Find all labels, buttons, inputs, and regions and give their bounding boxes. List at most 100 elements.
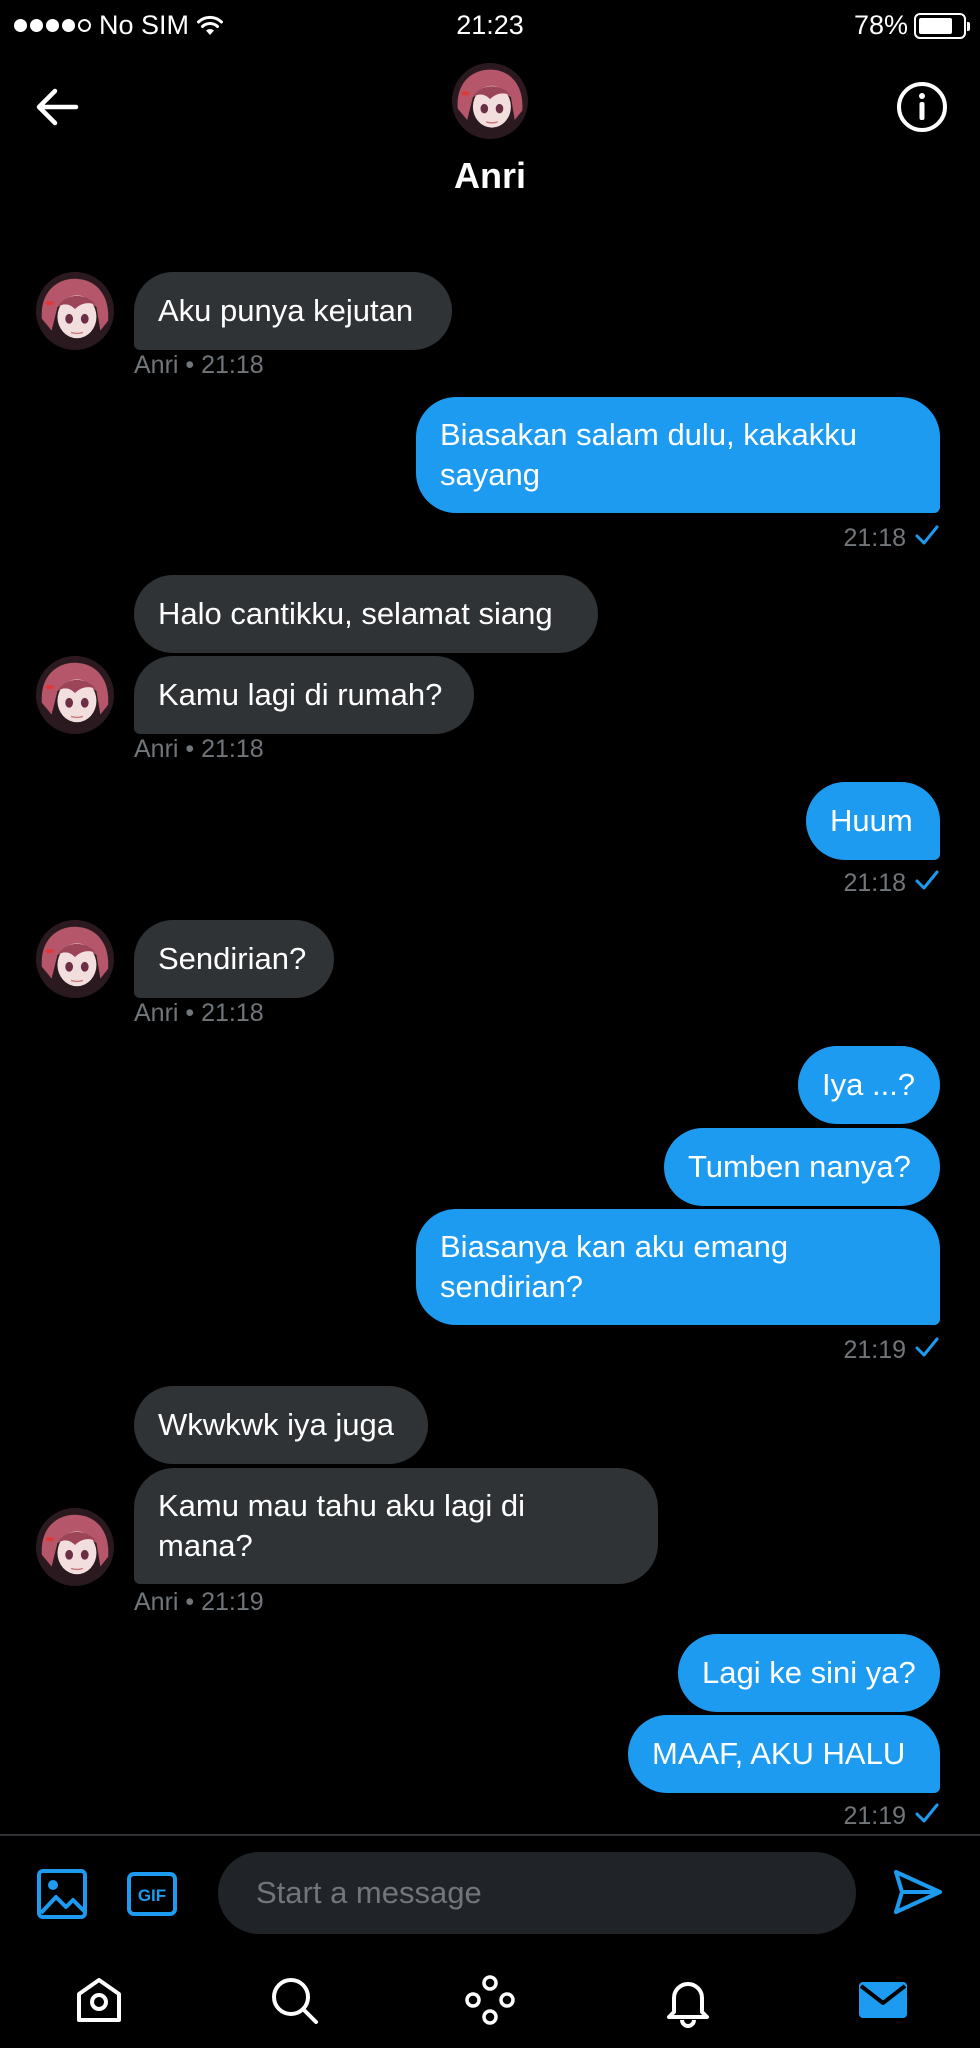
message-line: Iya ...? [822, 1067, 916, 1102]
outgoing-message[interactable]: Iya ...? [798, 1046, 940, 1124]
message-text: Kamu lagi di rumah? [158, 675, 442, 715]
incoming-message[interactable]: Sendirian? [134, 920, 334, 998]
nav-search[interactable] [266, 1972, 322, 2028]
message-meta: 21:19 [843, 1336, 940, 1365]
message-text: Kamu mau tahu aku lagi di mana? [158, 1486, 525, 1566]
message-line: Tumben nanya? [688, 1149, 911, 1184]
info-button[interactable] [892, 77, 952, 137]
sender-avatar[interactable] [36, 656, 114, 734]
nav-home[interactable] [71, 1972, 127, 2028]
sender-avatar[interactable] [36, 272, 114, 350]
message-timestamp: 21:18 [843, 869, 906, 897]
gif-icon: GIF [127, 1872, 177, 1916]
incoming-message[interactable]: Aku punya kejutan [134, 272, 452, 350]
gif-label: GIF [138, 1886, 166, 1905]
back-button[interactable] [28, 77, 88, 137]
message-text: MAAF, AKU HALU [652, 1734, 905, 1774]
message-meta: Anri • 21:18 [134, 999, 264, 1028]
message-line: Wkwkwk iya juga [158, 1407, 394, 1442]
nav-notifications[interactable] [660, 1972, 716, 2028]
message-timestamp: Anri • 21:18 [134, 351, 264, 379]
outgoing-message[interactable]: MAAF, AKU HALU [628, 1715, 940, 1793]
message-text: Wkwkwk iya juga [158, 1405, 394, 1445]
nav-messages[interactable] [855, 1972, 911, 2028]
message-line: Lagi ke sini ya? [702, 1655, 916, 1690]
message-timestamp: Anri • 21:18 [134, 735, 264, 763]
check-icon [914, 869, 940, 898]
arrow-left-icon [36, 88, 79, 126]
status-bar: No SIM 21:23 78% [0, 0, 980, 50]
message-timestamp: Anri • 21:19 [134, 1588, 264, 1616]
message-line: Halo cantikku, selamat siang [158, 596, 553, 631]
message-input[interactable]: Start a message [218, 1852, 856, 1934]
message-line: mana? [158, 1528, 253, 1563]
outgoing-message[interactable]: Huum [806, 782, 940, 860]
notifications-icon [667, 1982, 709, 2028]
message-text: Halo cantikku, selamat siang [158, 594, 553, 634]
message-line: Kamu lagi di rumah? [158, 677, 443, 712]
message-meta: 21:18 [843, 869, 940, 898]
add-gif-button[interactable]: GIF [126, 1868, 178, 1920]
outgoing-message[interactable]: Tumben nanya? [664, 1128, 940, 1206]
conversation-header: Anri [0, 55, 980, 205]
battery-percent: 78% [853, 10, 908, 40]
message-meta: 21:18 [843, 524, 940, 553]
info-icon [897, 82, 947, 132]
message-line: Biasanya kan aku emang [440, 1229, 789, 1264]
send-button[interactable] [890, 1864, 946, 1920]
message-text: Huum [830, 801, 913, 841]
message-text: Lagi ke sini ya? [702, 1653, 916, 1693]
message-line: sendirian? [440, 1269, 584, 1304]
outgoing-message[interactable]: Lagi ke sini ya? [678, 1634, 940, 1712]
clock: 21:23 [456, 10, 524, 40]
message-line: Huum [830, 803, 913, 838]
contact-name[interactable]: Anri [0, 155, 980, 197]
message-text: Iya ...? [822, 1065, 915, 1105]
add-image-button[interactable] [36, 1868, 88, 1920]
check-icon [914, 1336, 940, 1365]
message-line: Sendirian? [158, 941, 307, 976]
send-icon [894, 1870, 942, 1914]
message-line: sayang [440, 457, 540, 492]
message-meta: Anri • 21:18 [134, 351, 264, 380]
bottom-nav [0, 1960, 980, 2048]
sender-avatar[interactable] [36, 920, 114, 998]
nav-spaces[interactable] [462, 1972, 518, 2028]
message-line: Biasakan salam dulu, kakakku [440, 417, 858, 452]
outgoing-message[interactable]: Biasakan salam dulu, kakakku sayang [416, 397, 940, 513]
outgoing-message[interactable]: Biasanya kan aku emang sendirian? [416, 1209, 940, 1325]
message-text: Sendirian? [158, 939, 306, 979]
incoming-message[interactable]: Kamu mau tahu aku lagi di mana? [134, 1468, 658, 1584]
sender-avatar[interactable] [36, 1508, 114, 1586]
message-line: Aku punya kejutan [158, 293, 414, 328]
home-icon [77, 1978, 121, 2022]
check-icon [914, 524, 940, 553]
message-meta: 21:19 [843, 1802, 940, 1831]
battery-icon [914, 12, 970, 39]
incoming-message[interactable]: Kamu lagi di rumah? [134, 656, 474, 734]
image-icon [37, 1869, 87, 1919]
message-input-placeholder: Start a message [256, 1875, 482, 1910]
incoming-message[interactable]: Halo cantikku, selamat siang [134, 575, 598, 653]
message-line: Kamu mau tahu aku lagi di [158, 1488, 526, 1523]
spaces-icon [465, 1975, 515, 2025]
message-meta: Anri • 21:18 [134, 735, 264, 764]
message-timestamp: Anri • 21:18 [134, 999, 264, 1027]
battery-fill [919, 17, 952, 34]
search-icon [272, 1978, 318, 2024]
message-timestamp: 21:18 [843, 524, 906, 552]
contact-avatar[interactable] [452, 63, 528, 139]
message-timestamp: 21:19 [843, 1802, 906, 1830]
message-line: MAAF, AKU HALU [652, 1736, 906, 1771]
message-meta: Anri • 21:19 [134, 1588, 264, 1617]
composer-divider [0, 1834, 980, 1836]
message-text: Biasakan salam dulu, kakakku sayang [440, 415, 857, 495]
check-icon [914, 1802, 940, 1831]
message-text: Tumben nanya? [688, 1147, 911, 1187]
message-timestamp: 21:19 [843, 1336, 906, 1364]
battery-group: 78% [853, 10, 970, 41]
message-text: Aku punya kejutan [158, 291, 413, 331]
message-text: Biasanya kan aku emang sendirian? [440, 1227, 788, 1307]
incoming-message[interactable]: Wkwkwk iya juga [134, 1386, 428, 1464]
messages-icon [859, 1982, 907, 2018]
